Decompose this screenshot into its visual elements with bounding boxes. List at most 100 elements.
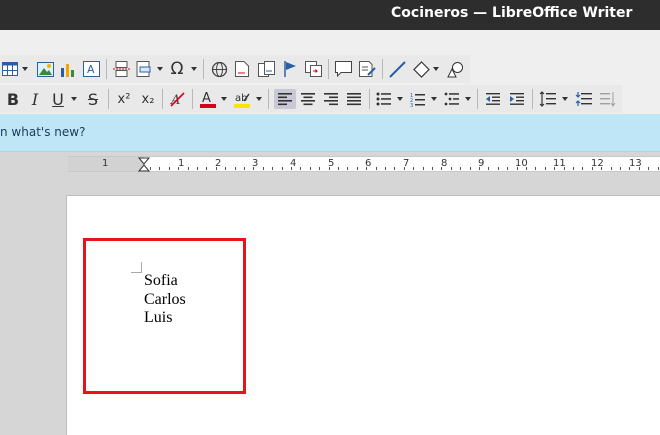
ruler-tick <box>282 167 283 170</box>
ruler-tick <box>347 167 348 170</box>
endnote-icon[interactable] <box>257 59 275 79</box>
toolbar-separator <box>328 59 329 79</box>
chart-icon[interactable] <box>60 59 76 79</box>
clear-formatting-icon[interactable]: A <box>168 89 186 109</box>
bookmark-icon[interactable] <box>282 59 298 79</box>
toolbar-formatting-row: B I U S x² x₂ A A ab <box>0 85 622 113</box>
table-dropdown-icon[interactable] <box>22 67 28 71</box>
infobar-message[interactable]: n what's new? <box>0 125 85 139</box>
toolbar-separator <box>268 89 269 109</box>
ruler-tick <box>188 167 189 170</box>
toolbar-separator <box>162 89 163 109</box>
numbered-list-icon[interactable]: 123 <box>409 89 427 109</box>
ruler-tick <box>545 167 546 170</box>
ruler-tick <box>310 167 311 170</box>
ruler-tick <box>150 167 151 170</box>
ruler-tick <box>573 167 574 170</box>
outline-dropdown-icon[interactable] <box>465 97 471 101</box>
ruler-tick <box>479 167 480 170</box>
bullet-list-icon[interactable] <box>375 89 393 109</box>
highlight-icon[interactable]: ab <box>232 89 252 109</box>
increase-indent-icon[interactable] <box>508 89 526 109</box>
toolbar-separator <box>369 89 370 109</box>
shapes-icon[interactable] <box>412 59 430 79</box>
window-title: Cocineros — LibreOffice Writer <box>391 5 633 21</box>
ruler-tick <box>216 167 217 170</box>
draw-icon[interactable] <box>446 59 464 79</box>
special-character-icon[interactable]: Ω <box>168 59 186 79</box>
underline-dropdown-icon[interactable] <box>71 97 77 101</box>
outline-icon[interactable] <box>443 89 461 109</box>
footnote-icon[interactable] <box>234 59 250 79</box>
align-right-icon[interactable] <box>322 89 340 109</box>
paragraph-spacing-icon[interactable] <box>574 89 594 109</box>
ruler-tick <box>338 167 339 170</box>
field-dropdown-icon[interactable] <box>157 67 163 71</box>
ruler-tick <box>291 167 292 170</box>
ruler-tick <box>376 167 377 170</box>
ruler-tick <box>423 167 424 170</box>
special-character-dropdown-icon[interactable] <box>191 67 197 71</box>
line-spacing-icon[interactable] <box>538 89 558 109</box>
ruler-tick <box>272 167 273 170</box>
image-icon[interactable] <box>36 59 54 79</box>
ruler-tick <box>648 167 649 170</box>
ruler-tick <box>592 167 593 170</box>
comment-icon[interactable] <box>334 59 352 79</box>
align-left-icon[interactable] <box>274 89 296 109</box>
toolbar-separator <box>192 89 193 109</box>
infobar: n what's new? <box>0 114 660 152</box>
superscript-icon[interactable]: x² <box>114 89 134 109</box>
svg-text:A: A <box>202 91 211 106</box>
toolbar-separator <box>108 89 109 109</box>
font-color-icon[interactable]: A <box>198 89 218 109</box>
ruler-tick <box>244 167 245 170</box>
indent-marker-icon[interactable] <box>138 157 150 172</box>
shapes-dropdown-icon[interactable] <box>433 67 439 71</box>
toolbar-separator <box>477 89 478 109</box>
line-icon[interactable] <box>388 59 406 79</box>
italic-icon[interactable]: I <box>27 89 43 109</box>
bold-icon[interactable]: B <box>4 89 22 109</box>
ruler-tick <box>629 167 630 170</box>
highlight-dropdown-icon[interactable] <box>256 97 262 101</box>
toolbar-separator <box>382 59 383 79</box>
bullet-list-dropdown-icon[interactable] <box>397 97 403 101</box>
subscript-icon[interactable]: x₂ <box>138 89 158 109</box>
page-break-icon[interactable] <box>112 59 130 79</box>
paragraph-spacing-disabled-icon[interactable] <box>598 89 618 109</box>
ruler-tick <box>206 167 207 170</box>
text-box-icon[interactable]: A <box>82 59 100 79</box>
line-spacing-dropdown-icon[interactable] <box>562 97 568 101</box>
ruler-tick <box>620 167 621 170</box>
toolbar-separator <box>203 59 204 79</box>
ruler-tick <box>385 167 386 170</box>
hyperlink-icon[interactable] <box>210 59 228 79</box>
ruler-tick <box>159 167 160 170</box>
ruler-tick <box>517 167 518 170</box>
ruler-tick <box>197 167 198 170</box>
cross-reference-icon[interactable] <box>304 59 322 79</box>
ruler-label: 1 <box>102 158 109 169</box>
ruler-tick <box>470 167 471 170</box>
ruler-tick <box>488 167 489 170</box>
font-color-dropdown-icon[interactable] <box>221 97 227 101</box>
underline-icon[interactable]: U <box>49 89 67 109</box>
ruler-tick <box>582 167 583 170</box>
field-icon[interactable] <box>136 59 152 79</box>
ruler-tick <box>357 167 358 170</box>
ruler-tick <box>169 167 170 170</box>
ruler-tick <box>432 167 433 170</box>
ruler-tick <box>178 167 179 170</box>
table-icon[interactable] <box>2 59 18 79</box>
horizontal-ruler[interactable]: 1 1 2 3 4 5 6 7 8 9 10 11 12 13 <box>68 156 660 172</box>
track-changes-icon[interactable] <box>358 59 376 79</box>
align-center-icon[interactable] <box>299 89 317 109</box>
ruler-tick <box>329 167 330 170</box>
ruler-tick <box>441 167 442 170</box>
justify-icon[interactable] <box>345 89 363 109</box>
numbered-list-dropdown-icon[interactable] <box>431 97 437 101</box>
ruler-tick <box>263 167 264 170</box>
decrease-indent-icon[interactable] <box>484 89 502 109</box>
strikethrough-icon[interactable]: S <box>84 89 102 109</box>
